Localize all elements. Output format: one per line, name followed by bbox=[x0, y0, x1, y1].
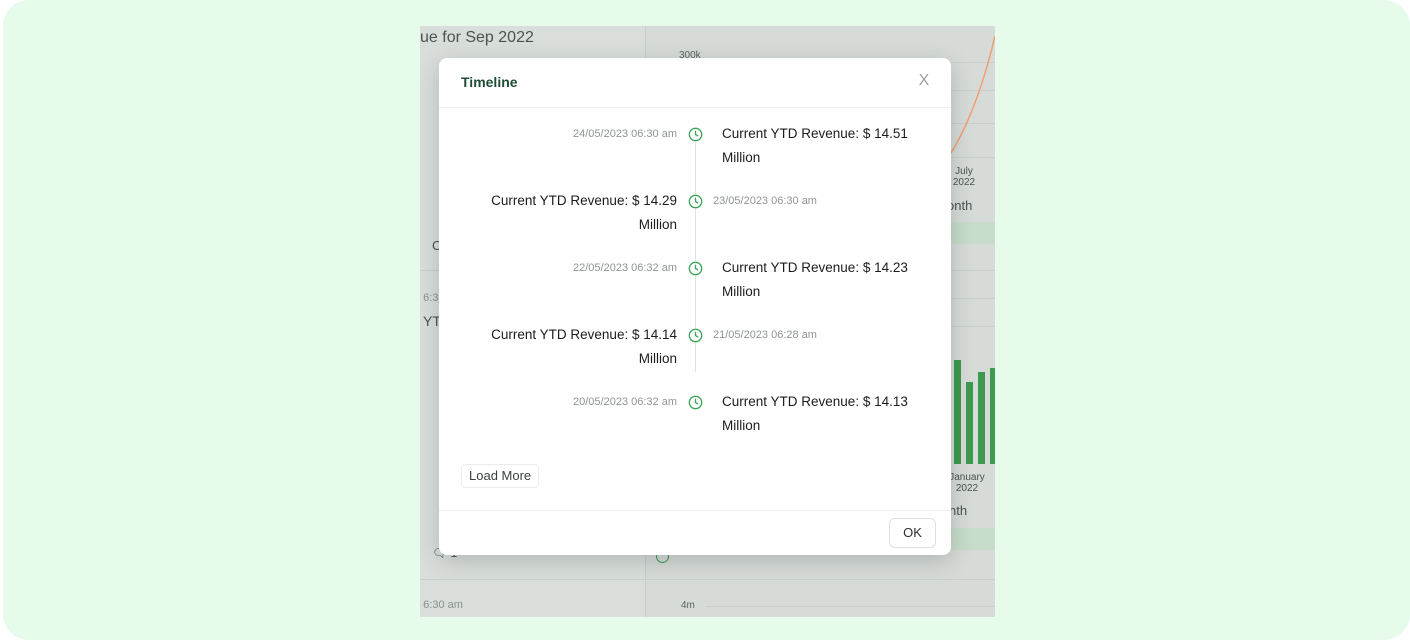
modal-title: Timeline bbox=[461, 74, 518, 90]
clock-icon bbox=[688, 127, 703, 142]
clock-icon bbox=[688, 261, 703, 276]
timeline-entry-text: Current YTD Revenue: $ 14.14 Million bbox=[491, 327, 677, 366]
timeline-modal: Timeline X 24/05/2023 06:30 am Current Y… bbox=[439, 58, 951, 555]
close-icon[interactable]: X bbox=[915, 72, 933, 90]
chart-range-selector bbox=[946, 528, 995, 550]
timeline: 24/05/2023 06:30 am Current YTD Revenue:… bbox=[439, 124, 951, 444]
chart-axis-label: 4m bbox=[681, 600, 695, 611]
timeline-entry: Current YTD Revenue: $ 14.14 Million 21/… bbox=[439, 325, 951, 385]
background-heading: ue for Sep 2022 bbox=[420, 29, 534, 46]
chart-line-series bbox=[946, 35, 995, 161]
chart-x-tick-label: January 2022 bbox=[949, 472, 985, 494]
load-more-button[interactable]: Load More bbox=[461, 464, 540, 488]
chart-axis-title: nth bbox=[949, 503, 968, 518]
chart-bar bbox=[990, 368, 995, 464]
timeline-entry: 20/05/2023 06:32 am Current YTD Revenue:… bbox=[439, 392, 951, 452]
background-time-fragment: 5 6:30 am bbox=[420, 599, 463, 611]
timeline-entry-time: 21/05/2023 06:28 am bbox=[713, 329, 817, 341]
chart-divider bbox=[646, 579, 995, 580]
timeline-entry: Current YTD Revenue: $ 14.29 Million 23/… bbox=[439, 191, 951, 251]
timeline-entry: 24/05/2023 06:30 am Current YTD Revenue:… bbox=[439, 124, 951, 184]
ok-button[interactable]: OK bbox=[889, 518, 936, 548]
timeline-entry-text: Current YTD Revenue: $ 14.51 Million bbox=[722, 126, 908, 165]
clock-icon bbox=[688, 194, 703, 209]
timeline-entry-text: Current YTD Revenue: $ 14.29 Million bbox=[491, 193, 677, 232]
timeline-entry-time: 23/05/2023 06:30 am bbox=[713, 195, 817, 207]
timeline-entry-time: 22/05/2023 06:32 am bbox=[573, 262, 677, 274]
chart-range-selector bbox=[946, 222, 995, 244]
timeline-entry-text: Current YTD Revenue: $ 14.13 Million bbox=[722, 394, 908, 433]
clock-icon bbox=[688, 395, 703, 410]
clock-icon bbox=[688, 328, 703, 343]
timeline-entry-time: 20/05/2023 06:32 am bbox=[573, 396, 677, 408]
timeline-entry: 22/05/2023 06:32 am Current YTD Revenue:… bbox=[439, 258, 951, 318]
chart-bar bbox=[978, 372, 985, 464]
chart-gridline bbox=[706, 606, 995, 607]
modal-header: Timeline X bbox=[439, 58, 951, 108]
timeline-entry-text: Current YTD Revenue: $ 14.23 Million bbox=[722, 260, 908, 299]
chart-bar bbox=[966, 382, 973, 464]
chart-bar bbox=[954, 360, 961, 464]
modal-footer-divider bbox=[439, 510, 951, 511]
timeline-entry-time: 24/05/2023 06:30 am bbox=[573, 128, 677, 140]
chart-x-tick-label: July 2022 bbox=[952, 166, 976, 188]
background-time-fragment: 5 6:3 bbox=[420, 292, 439, 304]
background-divider bbox=[420, 579, 646, 580]
